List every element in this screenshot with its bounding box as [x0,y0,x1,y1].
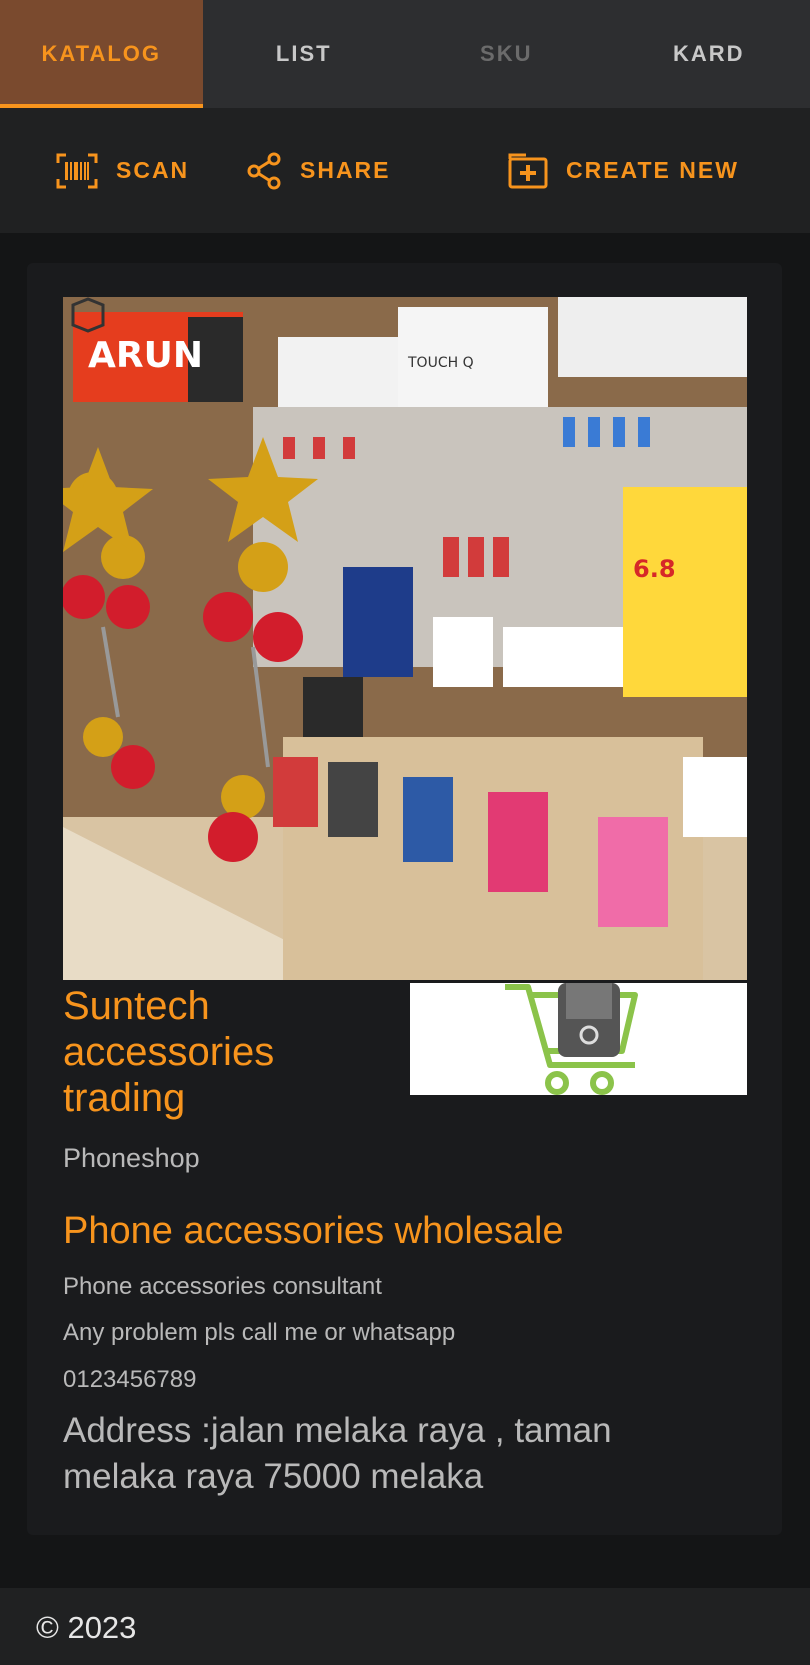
scan-button[interactable]: SCAN [56,108,189,233]
shop-card: ARUN TOUCH Q 6.8 Suntech accessories tra… [27,263,782,1535]
scan-label: SCAN [116,157,190,183]
shop-name: Suntech accessories trading [63,984,275,1120]
shop-category: Phoneshop [63,1143,200,1173]
phone-number[interactable]: 0123456789 [63,1366,196,1394]
add-box-icon [508,153,548,188]
share-label: SHARE [300,157,391,183]
tab-list[interactable]: LIST [203,0,406,108]
svg-text:6.8: 6.8 [633,555,676,583]
tab-sku[interactable]: SKU [405,0,608,108]
create-new-button[interactable]: CREATE NEW [508,108,739,233]
top-tab-bar: KATALOG LIST SKU KARD [0,0,810,108]
barcode-scan-icon [56,153,98,188]
svg-text:ARUN: ARUN [88,335,203,376]
description-line: Any problem pls call me or whatsapp [63,1319,456,1346]
action-toolbar: SCAN SHARE CREATE NEW [0,108,810,233]
tab-katalog[interactable]: KATALOG [0,0,203,108]
create-new-label: CREATE NEW [566,157,739,183]
store-photo: ARUN TOUCH Q 6.8 [63,297,747,980]
main-content: ARUN TOUCH Q 6.8 Suntech accessories tra… [0,233,810,1563]
shop-address: Address :jalan melaka raya , taman melak… [63,1411,612,1496]
shopping-cart-phone-logo [410,983,747,1095]
copyright-text: © 2023 [36,1610,137,1645]
share-button[interactable]: SHARE [246,108,391,233]
svg-text:TOUCH Q: TOUCH Q [407,355,474,371]
shop-headline: Phone accessories wholesale [63,1210,564,1252]
description-line: Phone accessories consultant [63,1273,382,1300]
share-icon [247,152,281,189]
footer: © 2023 [0,1588,810,1665]
tab-kard[interactable]: KARD [608,0,810,108]
